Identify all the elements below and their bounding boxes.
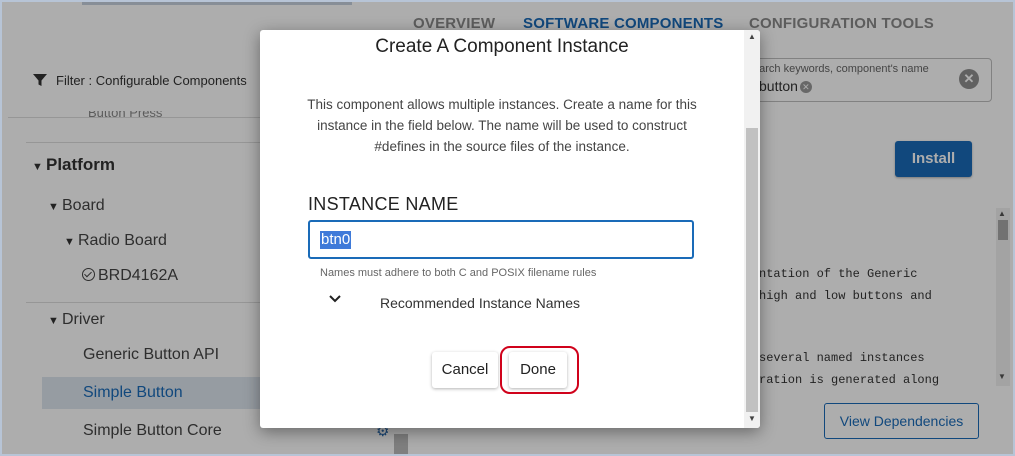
- cancel-button[interactable]: Cancel: [432, 352, 498, 388]
- scroll-thumb[interactable]: [746, 128, 758, 412]
- chevron-down-icon[interactable]: [328, 292, 342, 306]
- dialog-description: This component allows multiple instances…: [307, 97, 697, 154]
- app-window: OVERVIEW SOFTWARE COMPONENTS CONFIGURATI…: [0, 0, 1015, 456]
- dialog-scrollbar[interactable]: ▲ ▼: [744, 30, 760, 428]
- recommended-names-toggle[interactable]: Recommended Instance Names: [380, 295, 580, 311]
- scroll-up-icon[interactable]: ▲: [748, 32, 756, 41]
- instance-name-label: INSTANCE NAME: [308, 194, 459, 214]
- instance-name-value: btn0: [320, 231, 352, 249]
- create-instance-dialog: Create A Component Instance This compone…: [260, 30, 760, 428]
- dialog-title: Create A Component Instance: [375, 36, 629, 57]
- done-highlight-ring: [500, 346, 579, 394]
- instance-name-input[interactable]: btn0: [308, 220, 694, 259]
- instance-name-hint: Names must adhere to both C and POSIX fi…: [320, 267, 597, 279]
- scroll-down-icon[interactable]: ▼: [748, 414, 756, 423]
